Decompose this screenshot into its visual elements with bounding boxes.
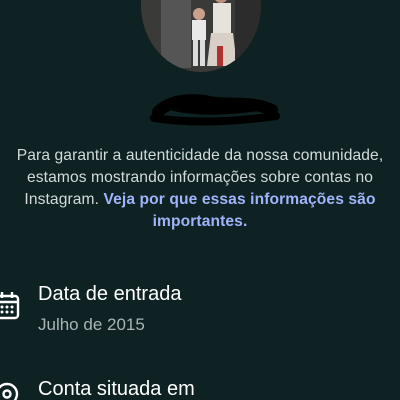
authenticity-description: Para garantir a autenticidade da nossa c… <box>10 145 390 233</box>
location-pin-icon <box>0 382 20 400</box>
redacted-username-scribble <box>150 92 280 130</box>
account-info-screen: Para garantir a autenticidade da nossa c… <box>0 0 400 400</box>
profile-avatar <box>141 0 261 72</box>
join-date-title: Data de entrada <box>38 283 182 305</box>
join-date-row: Data de entrada Julho de 2015 <box>0 278 400 348</box>
account-location-row: Conta situada em <box>0 366 400 400</box>
account-location-title: Conta situada em <box>38 378 195 400</box>
learn-why-link[interactable]: Veja por que essas informações são impor… <box>104 191 376 230</box>
join-date-value: Julho de 2015 <box>38 315 145 334</box>
calendar-icon <box>0 290 20 320</box>
